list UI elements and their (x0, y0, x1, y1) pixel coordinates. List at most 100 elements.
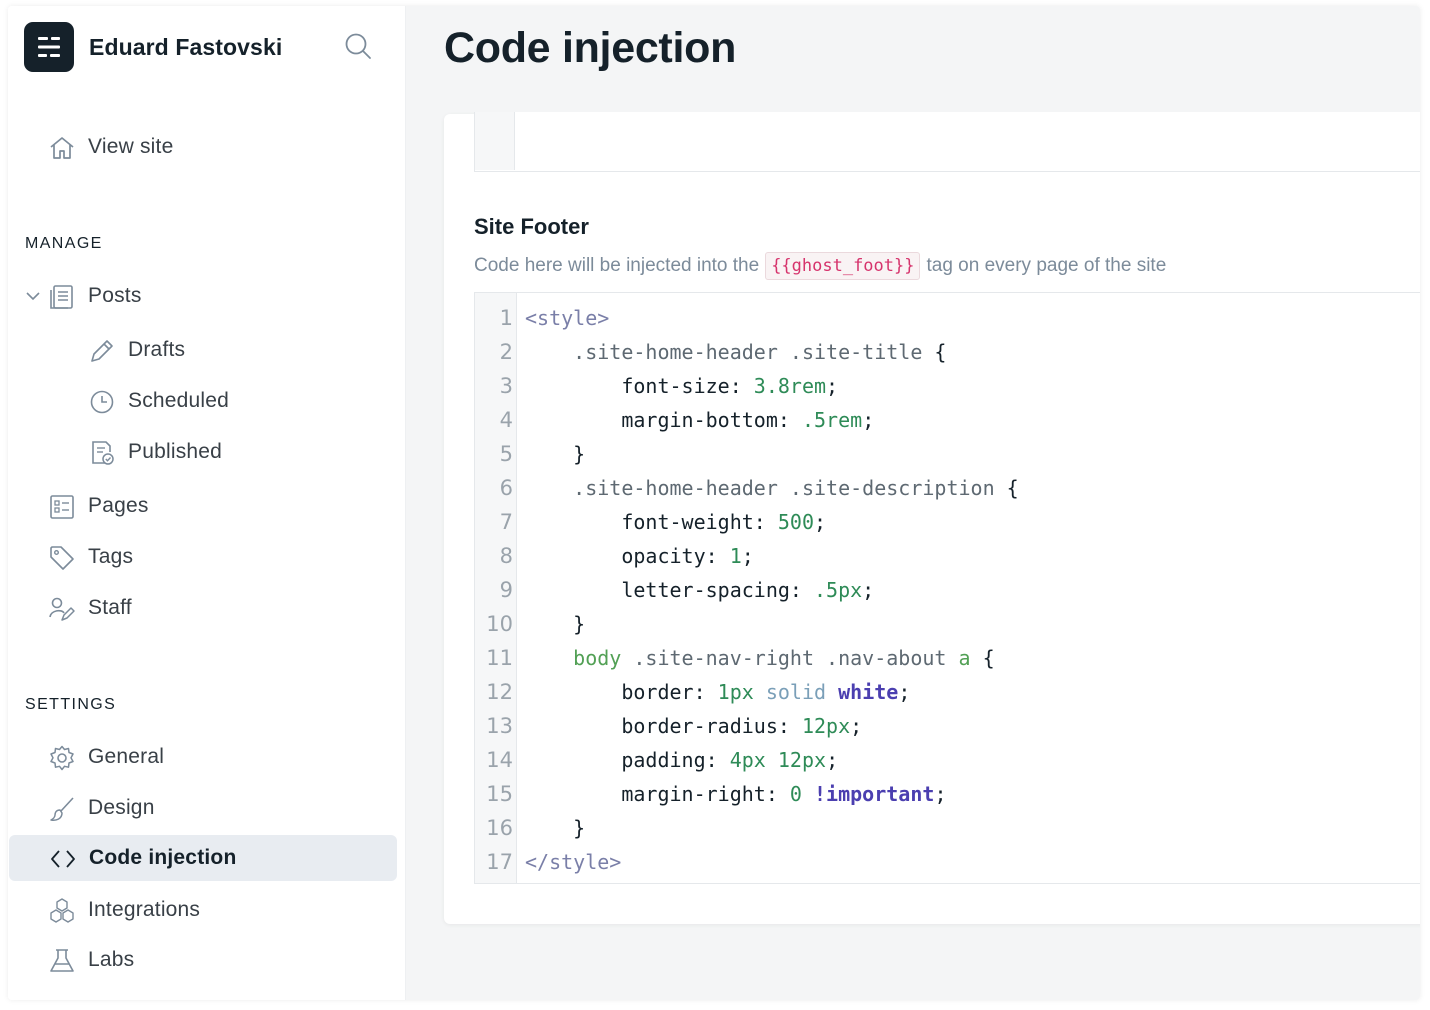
code-line[interactable]: 15 margin-right: 0 !important; (475, 777, 1420, 811)
clock-icon (90, 390, 114, 414)
sidebar-item-labs[interactable]: Labs (8, 937, 398, 983)
code-text: margin-bottom: .5rem; (621, 408, 875, 432)
line-number: 14 (486, 748, 513, 772)
code-line[interactable]: 10 } (475, 607, 1420, 641)
description-text: tag on every page of the site (926, 255, 1167, 276)
code-line[interactable]: 9 letter-spacing: .5px; (475, 573, 1420, 607)
code-text: letter-spacing: .5px; (621, 578, 875, 602)
sidebar-item-pages[interactable]: Pages (8, 483, 398, 529)
code-text: <style> (525, 306, 610, 330)
site-footer-code-editor[interactable]: 1 <style> 2 .site-home-header .site-title … (474, 292, 1420, 884)
code-line[interactable]: 8 opacity: 1; (475, 539, 1420, 573)
code-line[interactable]: 1 <style> (475, 301, 1420, 335)
code-text: .site-home-header .site-description { (573, 476, 1019, 500)
line-number: 4 (499, 408, 513, 432)
flask-icon (50, 949, 74, 972)
sidebar-item-label: Labs (88, 948, 135, 971)
chevron-down-icon[interactable] (25, 288, 41, 304)
line-number: 7 (499, 510, 513, 534)
code-text: body .site-nav-right .nav-about a { (573, 646, 995, 670)
line-number: 12 (486, 680, 513, 704)
brand[interactable]: Eduard Fastovski (24, 22, 282, 72)
code-line[interactable]: 3 font-size: 3.8rem; (475, 369, 1420, 403)
code-text: opacity: 1; (621, 544, 754, 568)
code-text: .site-home-header .site-title { (573, 340, 947, 364)
gear-icon (50, 745, 74, 771)
sidebar-item-integrations[interactable]: Integrations (8, 887, 398, 933)
line-number: 1 (499, 306, 513, 330)
code-text: border: 1px solid white; (621, 680, 911, 704)
sidebar-item-scheduled[interactable]: Scheduled (8, 378, 398, 424)
pages-icon (50, 495, 74, 519)
sidebar-item-label: Scheduled (128, 389, 230, 412)
code-line[interactable]: 2 .site-home-header .site-title { (475, 335, 1420, 369)
manage-section-title: MANAGE (25, 235, 103, 252)
code-line[interactable]: 13 border-radius: 12px; (475, 709, 1420, 743)
line-number-gutter (475, 112, 515, 170)
sidebar-item-published[interactable]: Published (8, 429, 398, 475)
view-site-label: View site (88, 135, 174, 158)
settings-section-title: SETTINGS (25, 696, 117, 713)
sidebar-item-label: Posts (88, 284, 142, 307)
code-text: font-weight: 500; (621, 510, 827, 534)
code-text: margin-right: 0 !important; (621, 782, 947, 806)
sidebar: Eduard Fastovski View site MANAGE Posts … (8, 6, 406, 1000)
code-line[interactable]: 11 body .site-nav-right .nav-about a { (475, 641, 1420, 675)
code-text: </style> (525, 850, 622, 874)
sidebar-item-posts[interactable]: Posts (8, 273, 398, 319)
line-number: 3 (499, 374, 513, 398)
line-number: 8 (499, 544, 513, 568)
site-logo-icon (24, 22, 74, 72)
code-text: padding: 4px 12px; (621, 748, 839, 772)
code-line[interactable]: 16 } (475, 811, 1420, 845)
sidebar-item-design[interactable]: Design (8, 785, 398, 831)
sidebar-item-label: Design (88, 796, 155, 819)
page-title: Code injection (444, 24, 737, 72)
line-number: 16 (486, 816, 513, 840)
sidebar-item-label: Drafts (128, 338, 186, 361)
tag-icon (50, 546, 74, 570)
sidebar-item-label: Code injection (89, 846, 237, 869)
staff-icon (49, 597, 75, 621)
sidebar-item-staff[interactable]: Staff (8, 585, 398, 631)
app-window: Eduard Fastovski View site MANAGE Posts … (8, 6, 1420, 1000)
home-icon (50, 137, 74, 159)
view-site-link[interactable]: View site (8, 124, 398, 170)
code-text: } (525, 442, 586, 466)
posts-icon (50, 285, 73, 309)
search-button[interactable] (343, 31, 375, 63)
sidebar-item-label: Pages (88, 494, 149, 517)
sidebar-item-label: General (88, 745, 165, 768)
sidebar-item-label: Tags (88, 545, 134, 568)
code-line[interactable]: 4 margin-bottom: .5rem; (475, 403, 1420, 437)
sidebar-item-general[interactable]: General (8, 734, 398, 780)
sidebar-item-drafts[interactable]: Drafts (8, 327, 398, 373)
sidebar-item-label: Published (128, 440, 223, 463)
line-number: 15 (486, 782, 513, 806)
code-text: border-radius: 12px; (621, 714, 863, 738)
sidebar-item-label: Integrations (88, 898, 201, 921)
sidebar-item-tags[interactable]: Tags (8, 534, 398, 580)
code-text: } (525, 612, 586, 636)
code-line[interactable]: 5 } (475, 437, 1420, 471)
published-icon (92, 441, 114, 465)
code-text: font-size: 3.8rem; (621, 374, 839, 398)
code-line[interactable]: 6 .site-home-header .site-description { (475, 471, 1420, 505)
main-content: Code injection Site Footer Code here wil… (406, 6, 1420, 1000)
code-line[interactable]: 14 padding: 4px 12px; (475, 743, 1420, 777)
sidebar-item-code-injection[interactable]: Code injection (9, 835, 397, 881)
ghost-foot-tag: {{ghost_foot}} (765, 252, 921, 280)
code-icon (51, 850, 75, 868)
site-header-code-editor[interactable] (474, 112, 1420, 172)
integrations-icon (50, 898, 74, 923)
line-number: 9 (499, 578, 513, 602)
site-name: Eduard Fastovski (89, 33, 283, 60)
pencil-icon (91, 340, 113, 362)
code-line[interactable]: 7 font-weight: 500; (475, 505, 1420, 539)
code-line[interactable]: 17 </style> (475, 845, 1420, 879)
site-footer-description: Code here will be injected into the {{gh… (474, 252, 1166, 280)
code-line[interactable]: 12 border: 1px solid white; (475, 675, 1420, 709)
line-number: 2 (499, 340, 513, 364)
line-number: 5 (499, 442, 513, 466)
brush-icon (50, 797, 74, 821)
